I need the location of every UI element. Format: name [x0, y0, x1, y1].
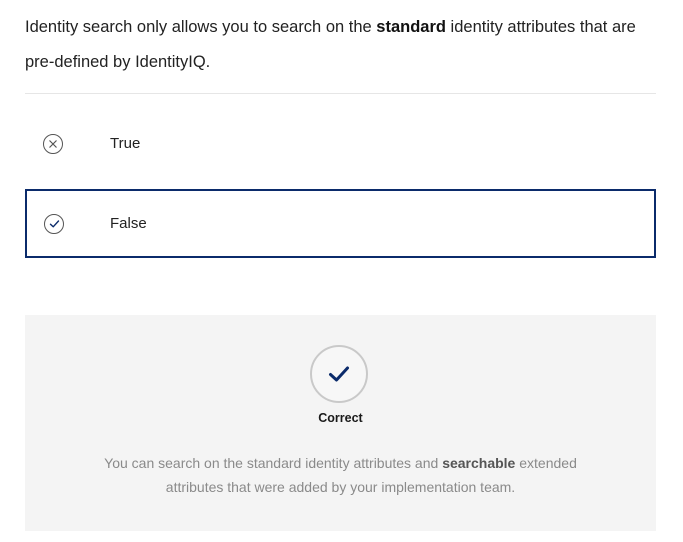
explanation-emphasis: searchable: [442, 455, 516, 471]
result-label: Correct: [318, 411, 363, 425]
feedback-panel: Correct You can search on the standard i…: [25, 315, 656, 531]
question-text-start: Identity search only allows you to searc…: [25, 18, 377, 36]
explanation-start: You can search on the standard identity …: [104, 455, 443, 471]
option-true[interactable]: True: [25, 109, 656, 178]
x-circle-icon: [43, 133, 63, 154]
question-emphasis: standard: [376, 18, 446, 36]
option-false-label: False: [110, 215, 147, 232]
checkmark-icon: [329, 366, 349, 382]
check-circle-icon: [44, 213, 64, 234]
result-circle: [310, 345, 368, 403]
option-false[interactable]: False: [25, 189, 656, 258]
feedback-explanation: You can search on the standard identity …: [95, 451, 586, 499]
question-text: Identity search only allows you to searc…: [25, 10, 655, 80]
option-true-label: True: [110, 135, 141, 152]
question-divider: [25, 93, 656, 94]
